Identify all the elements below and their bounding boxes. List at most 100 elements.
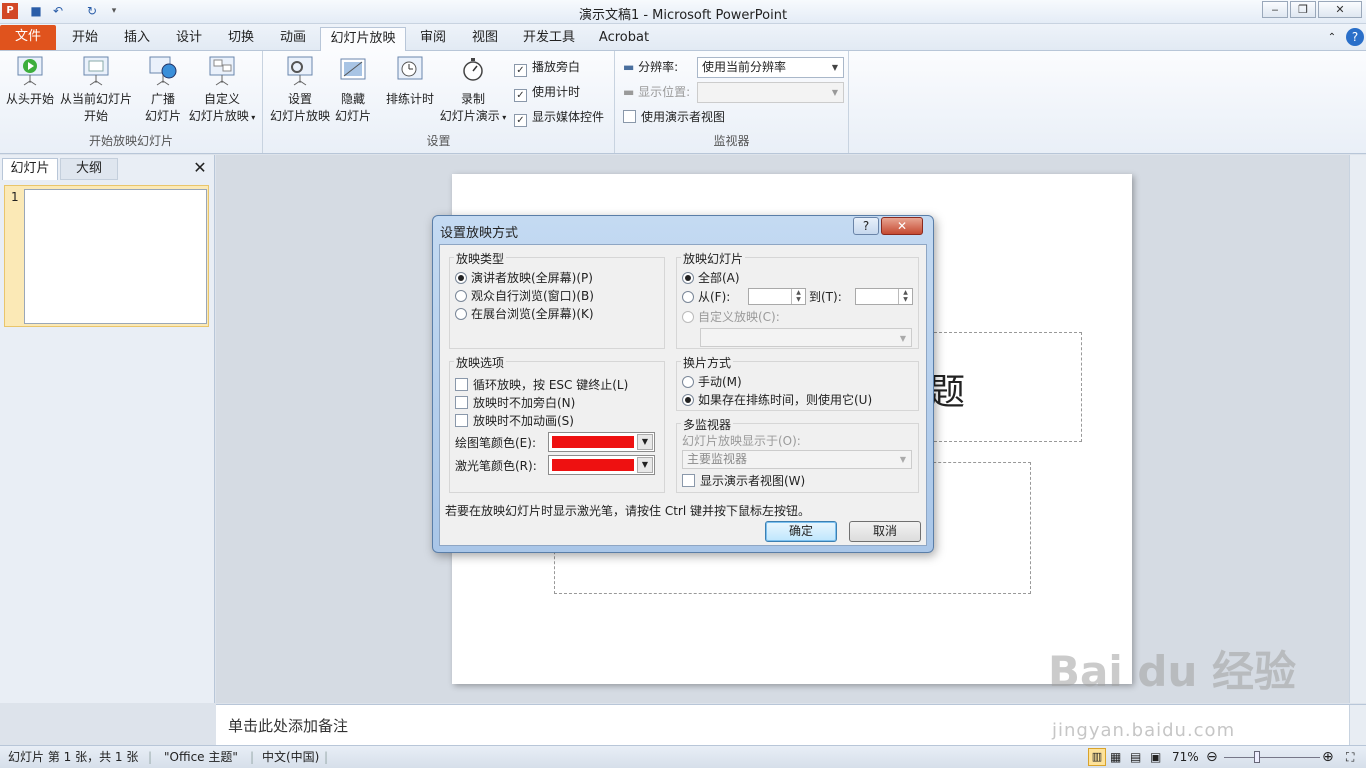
- minimize-ribbon-icon[interactable]: ⌃: [1322, 27, 1342, 51]
- from-beginning-button[interactable]: 从头开始: [4, 55, 56, 108]
- watermark-brand: Bai du 经验: [1048, 647, 1296, 696]
- show-slides-label: 放映幻灯片: [681, 250, 746, 267]
- chevron-down-icon: ▼: [899, 455, 907, 464]
- play-narrations-checkbox[interactable]: ✓ 播放旁白: [514, 59, 580, 77]
- zoom-in-icon[interactable]: ⊕: [1322, 746, 1334, 768]
- show-on-dropdown[interactable]: ▼: [697, 82, 844, 103]
- status-divider: |: [148, 750, 153, 764]
- custom-show-radio[interactable]: 自定义放映(C):: [682, 309, 780, 325]
- laser-hint-text: 若要在放映幻灯片时显示激光笔，请按住 Ctrl 键并按下鼠标左按钮。: [445, 504, 810, 518]
- zoom-slider-track[interactable]: [1224, 757, 1320, 758]
- tab-slideshow[interactable]: 幻灯片放映: [320, 27, 406, 52]
- show-on-label-row: ▬ 显示位置:: [623, 84, 690, 100]
- custom-slideshow-button[interactable]: 自定义 幻灯片放映 ▾: [186, 55, 258, 126]
- tab-review[interactable]: 审阅: [410, 27, 456, 51]
- hide-slide-button[interactable]: 隐藏 幻灯片: [333, 55, 373, 125]
- tab-home[interactable]: 开始: [62, 27, 108, 51]
- tab-slides[interactable]: 幻灯片: [2, 158, 58, 180]
- record-slideshow-button[interactable]: 录制 幻灯片演示 ▾: [437, 55, 509, 126]
- no-animation-checkbox[interactable]: 放映时不加动画(S): [455, 413, 574, 429]
- tab-view[interactable]: 视图: [462, 27, 508, 51]
- from-slide-spinner[interactable]: ▲ ▼: [748, 288, 806, 305]
- no-animation-label: 放映时不加动画(S): [473, 414, 574, 428]
- all-slides-radio[interactable]: 全部(A): [682, 270, 740, 286]
- use-timings-radio[interactable]: 如果存在排练时间，则使用它(U): [682, 392, 872, 408]
- presenter-view-checkbox[interactable]: 使用演示者视图: [623, 109, 725, 125]
- close-pane-icon[interactable]: ✕: [190, 158, 210, 180]
- pen-color-swatch: [552, 436, 634, 448]
- fit-to-window-icon[interactable]: ⛶: [1346, 746, 1354, 768]
- theme-status[interactable]: "Office 主题": [164, 746, 238, 768]
- loop-checkbox[interactable]: 循环放映，按 ESC 键终止(L): [455, 377, 628, 393]
- maximize-button[interactable]: ❐: [1290, 1, 1316, 18]
- slide-number: 1: [11, 190, 19, 204]
- custom-slideshow-icon: [209, 56, 235, 86]
- multi-monitor-label: 多监视器: [681, 416, 734, 433]
- slide-sorter-icon[interactable]: ▦: [1110, 746, 1121, 768]
- tab-animations[interactable]: 动画: [270, 27, 316, 51]
- spinner-arrows-icon: ▲ ▼: [898, 289, 912, 304]
- show-presenter-view-checkbox[interactable]: 显示演示者视图(W): [682, 473, 805, 489]
- tab-design[interactable]: 设计: [166, 27, 212, 51]
- broadcast-icon: [149, 56, 177, 86]
- custom-show-dropdown[interactable]: ▼: [700, 328, 912, 347]
- zoom-slider-thumb[interactable]: [1254, 751, 1260, 763]
- checkbox-unchecked-icon: [623, 110, 636, 123]
- watermark-url: jingyan.baidu.com: [1052, 720, 1236, 741]
- browsed-window-radio[interactable]: 观众自行浏览(窗口)(B): [455, 288, 594, 304]
- resolution-dropdown[interactable]: 使用当前分辨率 ▼: [697, 57, 844, 78]
- show-media-label: 显示媒体控件: [532, 110, 605, 124]
- ribbon: 从头开始 从当前幻灯片 开始 广播 幻灯片 自定义 幻灯片放映 ▾ 开始放映幻灯…: [0, 51, 1366, 154]
- close-window-button[interactable]: ✕: [1318, 1, 1362, 18]
- from-slide-radio[interactable]: 从(F):: [682, 289, 730, 305]
- slide-thumbnail[interactable]: 1: [4, 185, 209, 327]
- language-status[interactable]: 中文(中国): [262, 746, 319, 768]
- help-icon[interactable]: ?: [1346, 28, 1364, 46]
- normal-view-icon[interactable]: ▥: [1088, 748, 1106, 766]
- ok-button[interactable]: 确定: [765, 521, 837, 542]
- manual-advance-radio[interactable]: 手动(M): [682, 374, 742, 390]
- cancel-button[interactable]: 取消: [849, 521, 921, 542]
- dialog-title: 设置放映方式: [440, 226, 519, 241]
- setup-slideshow-button[interactable]: 设置 幻灯片放映: [267, 55, 333, 125]
- tab-transitions[interactable]: 切换: [218, 27, 264, 51]
- resolution-value: 使用当前分辨率: [702, 60, 787, 74]
- kiosk-fullscreen-radio[interactable]: 在展台浏览(全屏幕)(K): [455, 306, 594, 322]
- tab-file[interactable]: 文件: [0, 25, 56, 50]
- radio-selected-icon: [682, 272, 694, 284]
- dialog-close-button[interactable]: ✕: [881, 217, 923, 235]
- minimize-button[interactable]: ‒: [1262, 1, 1288, 18]
- monitor-dropdown[interactable]: 主要监视器 ▼: [682, 450, 912, 469]
- rehearse-timings-button[interactable]: 排练计时: [383, 55, 437, 108]
- presenter-view-label: 使用演示者视图: [641, 110, 726, 124]
- notes-scrollbar[interactable]: [1349, 705, 1366, 745]
- custom-slideshow-label-2: 幻灯片放映: [188, 109, 249, 123]
- laser-color-swatch: [552, 459, 634, 471]
- slideshow-view-icon[interactable]: ▣: [1150, 746, 1161, 768]
- to-slide-spinner[interactable]: ▲ ▼: [855, 288, 913, 305]
- presenter-fullscreen-radio[interactable]: 演讲者放映(全屏幕)(P): [455, 270, 593, 286]
- broadcast-button[interactable]: 广播 幻灯片: [140, 55, 186, 125]
- monitor-icon: ▬: [623, 85, 639, 99]
- reading-view-icon[interactable]: ▤: [1130, 746, 1141, 768]
- resolution-label-row: ▬ 分辨率:: [623, 59, 678, 75]
- zoom-level[interactable]: 71%: [1172, 746, 1199, 768]
- dialog-help-button[interactable]: ?: [853, 217, 879, 235]
- tab-developer[interactable]: 开发工具: [514, 27, 584, 51]
- tab-outline[interactable]: 大纲: [60, 158, 118, 180]
- laser-color-label: 激光笔颜色(R):: [455, 459, 537, 473]
- group-monitors: ▬ 分辨率: 使用当前分辨率 ▼ ▬ 显示位置: ▼ 使用演示者视图 监视器: [615, 51, 849, 153]
- tab-acrobat[interactable]: Acrobat: [590, 27, 658, 51]
- title-bar: P ■ ↶ ↻ ▾ 演示文稿1 - Microsoft PowerPoint ‒…: [0, 0, 1366, 24]
- no-narration-checkbox[interactable]: 放映时不加旁白(N): [455, 395, 575, 411]
- vertical-scrollbar[interactable]: [1349, 155, 1366, 703]
- dropdown-arrow-icon: ▾: [499, 113, 507, 122]
- laser-color-picker[interactable]: ▼: [548, 455, 655, 475]
- zoom-out-icon[interactable]: ⊖: [1206, 746, 1218, 768]
- pen-color-picker[interactable]: ▼: [548, 432, 655, 452]
- chevron-down-icon: ▼: [831, 88, 839, 97]
- show-media-controls-checkbox[interactable]: ✓ 显示媒体控件: [514, 109, 604, 127]
- from-current-button[interactable]: 从当前幻灯片 开始: [58, 55, 134, 125]
- tab-insert[interactable]: 插入: [114, 27, 160, 51]
- use-timings-checkbox[interactable]: ✓ 使用计时: [514, 84, 580, 102]
